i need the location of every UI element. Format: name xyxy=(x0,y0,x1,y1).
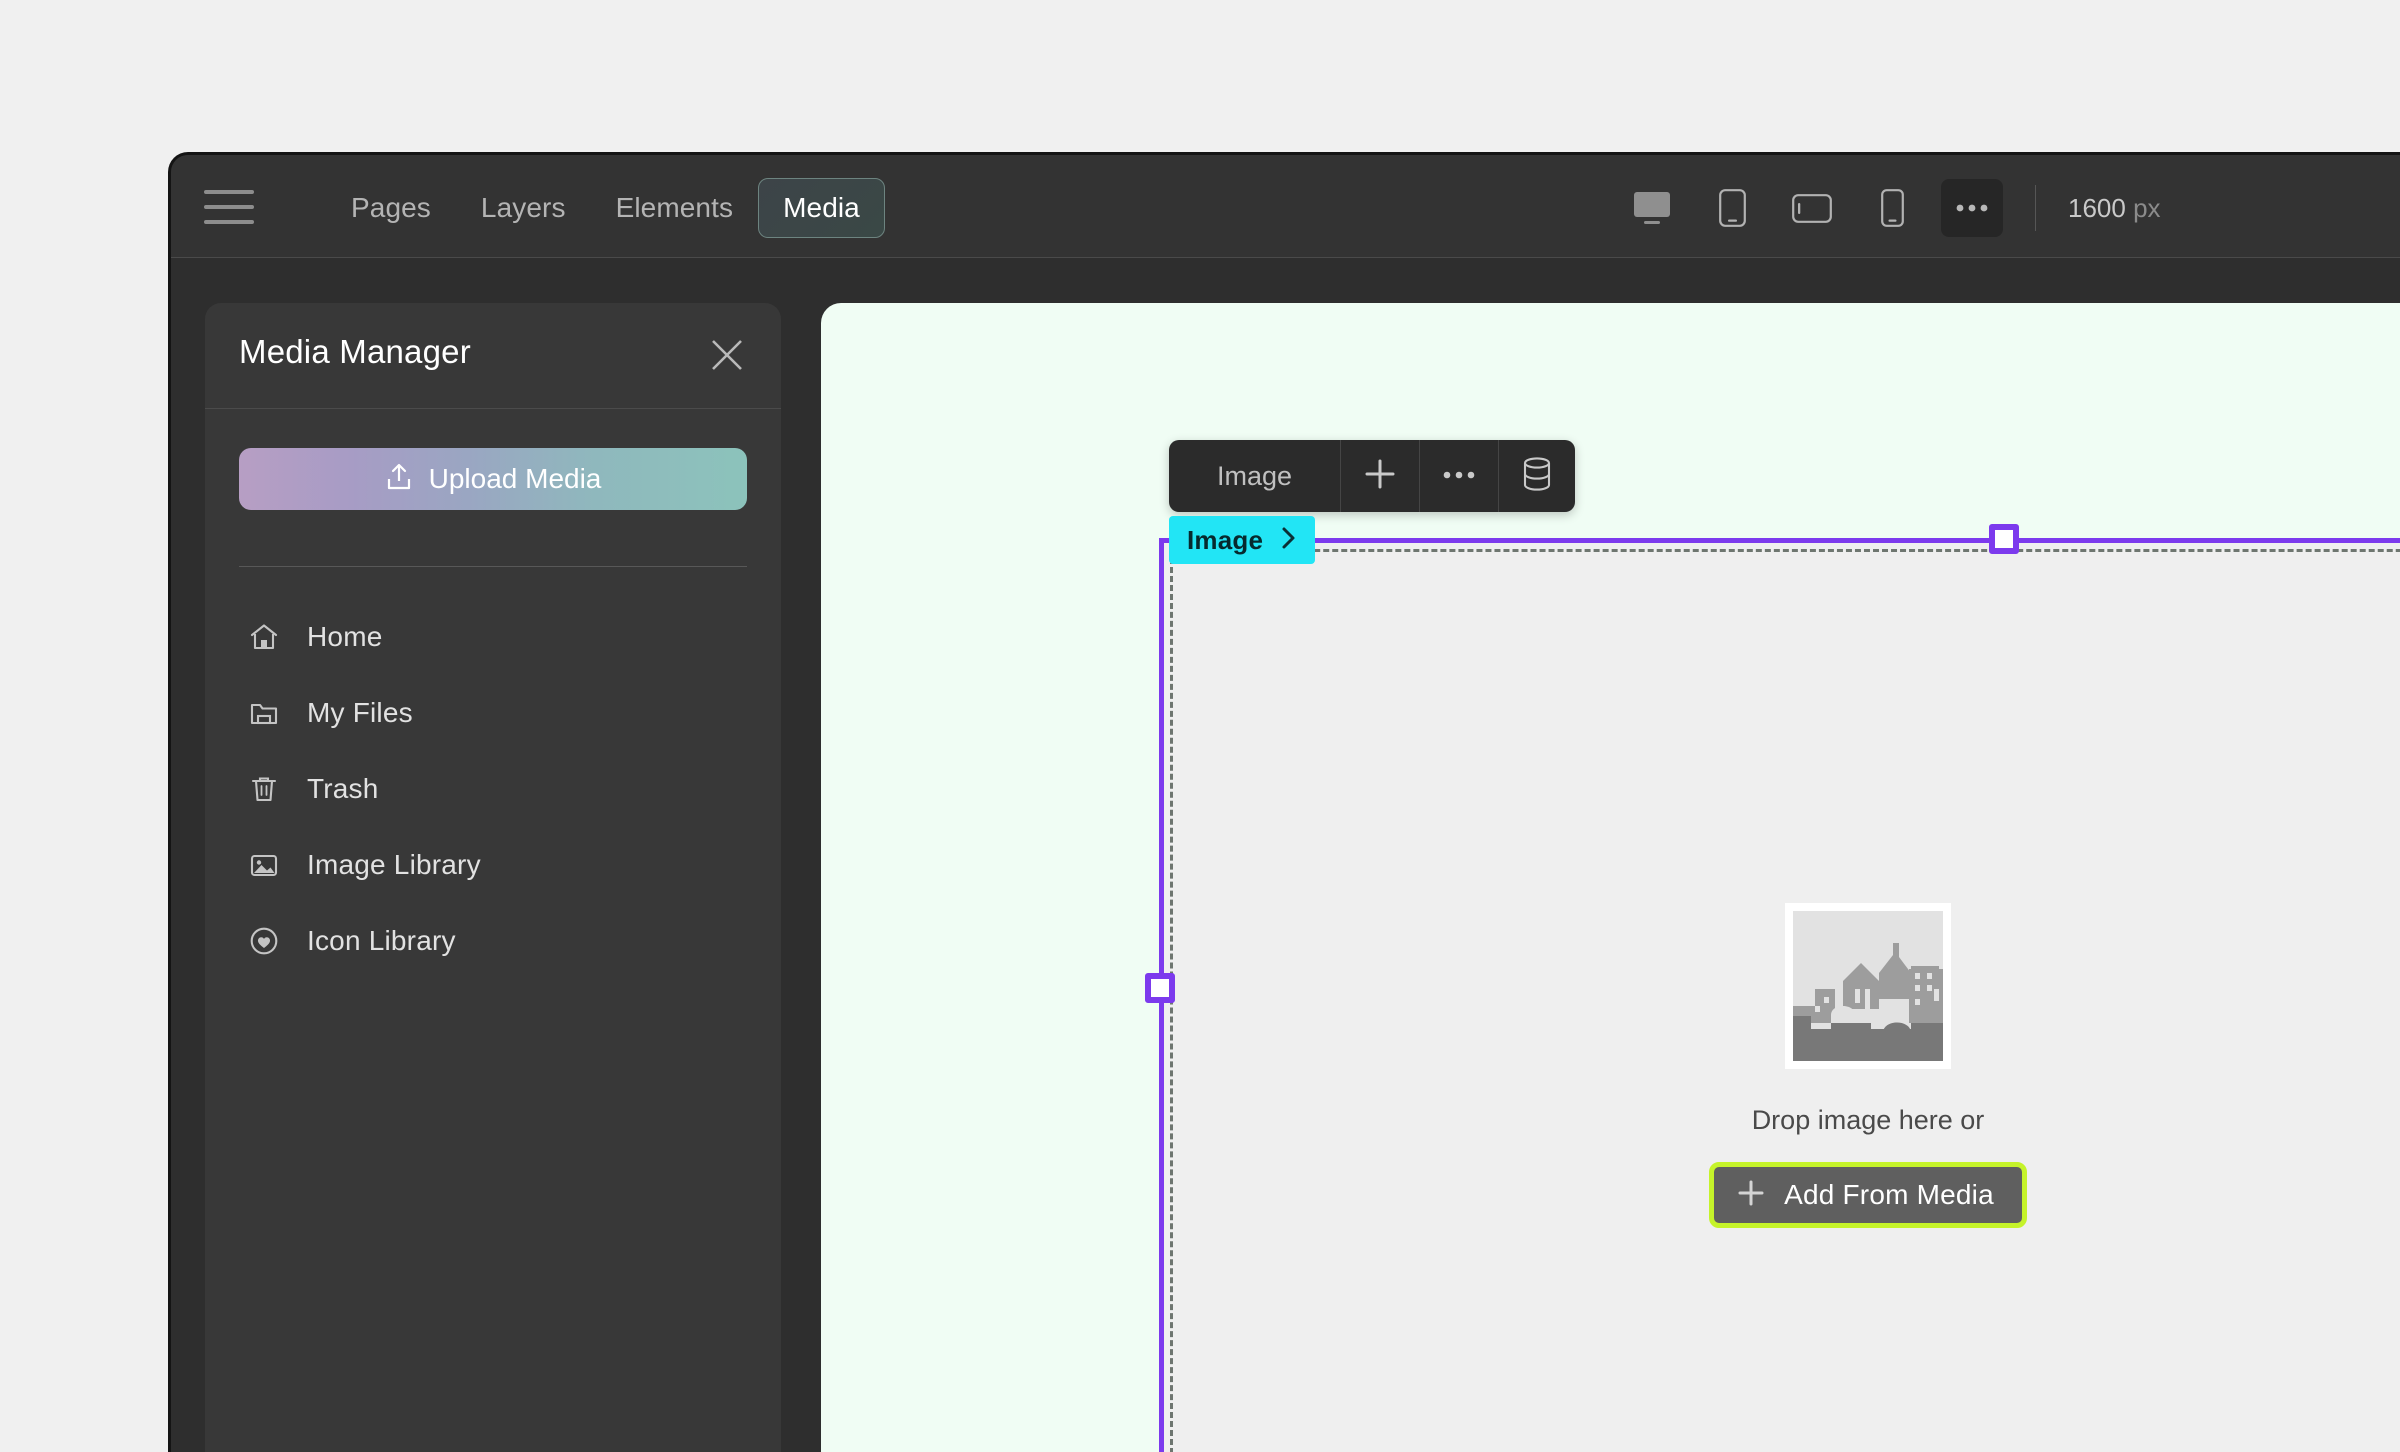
hamburger-bar xyxy=(204,220,254,224)
mobile-icon[interactable] xyxy=(1861,179,1923,237)
sidebar-item-label: Icon Library xyxy=(307,925,456,956)
upload-media-label: Upload Media xyxy=(428,463,602,494)
database-icon xyxy=(1521,456,1553,497)
sidebar-item-label: Image Library xyxy=(307,849,481,880)
plus-icon xyxy=(1736,1178,1766,1213)
element-name-cell[interactable]: Image xyxy=(1169,440,1342,512)
add-element-button[interactable] xyxy=(1341,440,1421,512)
tab-elements[interactable]: Elements xyxy=(591,178,759,238)
folder-icon xyxy=(247,696,281,730)
top-toolbar: Pages Layers Elements Media 1600 px xyxy=(171,155,2400,258)
panel-divider xyxy=(239,566,747,567)
resize-handle-top[interactable] xyxy=(1989,524,2019,554)
sidebar-item-image-library[interactable]: Image Library xyxy=(205,827,781,903)
design-canvas[interactable]: Image Image Drop image here or Add From … xyxy=(821,303,2400,1452)
desktop-icon[interactable] xyxy=(1621,179,1683,237)
trash-icon xyxy=(247,772,281,806)
heart-circle-icon xyxy=(247,924,281,958)
tab-pages[interactable]: Pages xyxy=(326,178,456,238)
resize-handle-left[interactable] xyxy=(1145,973,1175,1003)
sidebar-item-home[interactable]: Home xyxy=(205,599,781,675)
element-name-label: Image xyxy=(1217,460,1293,491)
dropzone-text: Drop image here or xyxy=(1751,1105,1985,1135)
sidebar-item-label: My Files xyxy=(307,697,413,728)
hamburger-icon[interactable] xyxy=(198,185,260,229)
element-more-button[interactable] xyxy=(1420,440,1500,512)
media-manager-panel: Media Manager Upload Media Home My Files… xyxy=(205,303,781,1452)
add-from-media-label: Add From Media xyxy=(1784,1179,1994,1210)
add-from-media-button[interactable]: Add From Media xyxy=(1709,1162,2027,1228)
plus-icon xyxy=(1363,457,1397,496)
hamburger-bar xyxy=(204,205,254,209)
sidebar-item-label: Home xyxy=(307,621,383,652)
nav-tabs: Pages Layers Elements Media xyxy=(326,178,885,238)
sidebar-item-trash[interactable]: Trash xyxy=(205,751,781,827)
image-dropzone[interactable]: Drop image here or Add From Media xyxy=(1618,903,2118,1228)
tablet-icon[interactable] xyxy=(1701,179,1763,237)
element-label-badge[interactable]: Image xyxy=(1169,516,1316,564)
close-icon[interactable] xyxy=(703,331,751,379)
canvas-width-value: 1600 xyxy=(2068,192,2126,223)
sidebar-item-icon-library[interactable]: Icon Library xyxy=(205,903,781,979)
image-icon xyxy=(247,848,281,882)
ellipsis-icon xyxy=(1442,467,1476,485)
sidebar-item-label: Trash xyxy=(307,773,379,804)
sidebar-item-my-files[interactable]: My Files xyxy=(205,675,781,751)
media-nav-list: Home My Files Trash Image Library Icon L… xyxy=(205,599,781,979)
tab-layers[interactable]: Layers xyxy=(456,178,591,238)
page-title: Media Manager xyxy=(239,333,471,370)
upload-media-button[interactable]: Upload Media xyxy=(239,448,747,510)
element-data-button[interactable] xyxy=(1499,440,1575,512)
media-panel-header: Media Manager xyxy=(205,303,781,409)
toolbar-divider xyxy=(2035,185,2036,231)
canvas-width-unit: px xyxy=(2133,192,2161,223)
image-placeholder-icon xyxy=(1785,903,1951,1069)
tab-media[interactable]: Media xyxy=(758,178,885,238)
chevron-right-icon xyxy=(1279,525,1299,556)
hamburger-bar xyxy=(204,190,254,194)
home-icon xyxy=(247,620,281,654)
upload-icon xyxy=(385,462,413,497)
tablet-landscape-icon[interactable] xyxy=(1781,179,1843,237)
element-badge-label: Image xyxy=(1187,524,1264,555)
app-window: Pages Layers Elements Media 1600 px Medi… xyxy=(168,152,2400,1452)
device-preview-controls: 1600 px xyxy=(1621,179,2161,237)
more-devices-icon[interactable] xyxy=(1941,179,2003,237)
element-toolbar: Image xyxy=(1169,440,1576,512)
canvas-width-label[interactable]: 1600 px xyxy=(2068,193,2161,224)
